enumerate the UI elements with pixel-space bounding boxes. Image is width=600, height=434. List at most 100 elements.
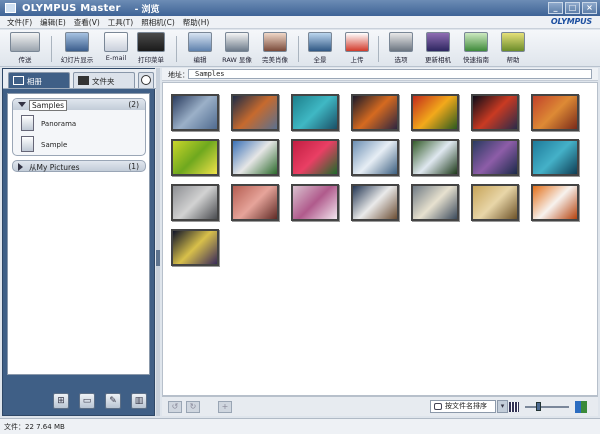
toolbar-slideshow-button[interactable]: 幻灯片显示: [56, 32, 98, 64]
new-album-icon[interactable]: ⊞: [53, 393, 69, 409]
title-bar: OLYMPUS Master - 浏览 _ □ ×: [0, 0, 600, 16]
tab-folder[interactable]: 文件夹: [73, 72, 135, 88]
tab-calendar[interactable]: [138, 72, 154, 88]
small-thumb-icon[interactable]: [509, 402, 519, 412]
toolbar-label: E-mail: [105, 54, 127, 62]
album-actions: ⊞ ▭ ✎ ▥: [53, 393, 147, 409]
menu-tools[interactable]: 工具(T): [108, 17, 133, 28]
tab-album[interactable]: 相册: [8, 72, 70, 88]
collapse-triangle-icon[interactable]: [18, 163, 23, 171]
photo-thumbnail[interactable]: [471, 184, 519, 221]
address-field[interactable]: Samples: [188, 69, 592, 79]
options-tools-icon: [389, 32, 413, 52]
photo-thumbnail[interactable]: [531, 94, 579, 131]
zoom-slider-track[interactable]: [525, 406, 569, 408]
clock-icon: [141, 75, 151, 85]
toolbar-transfer-button[interactable]: 传送: [7, 32, 43, 64]
tab-label: 文件夹: [92, 77, 115, 86]
group-name: 从My Pictures: [29, 163, 80, 172]
address-label: 地址：: [168, 71, 189, 79]
left-tabs: 相册 文件夹: [3, 69, 156, 89]
album-icon: [13, 76, 24, 85]
collapse-panel-handle[interactable]: [156, 250, 160, 266]
left-panel: 相册 文件夹 Samples (2) Panorama Sample 从My P…: [2, 68, 156, 416]
toolbar-upload-button[interactable]: 上传: [342, 32, 372, 64]
toolbar-email-button[interactable]: E-mail: [100, 32, 132, 62]
perfect-portrait-icon: [263, 32, 287, 52]
toolbar-help-button[interactable]: 帮助: [498, 32, 528, 64]
folder-icon: [78, 76, 89, 85]
toolbar-label: 帮助: [506, 56, 520, 64]
tab-label: 相册: [27, 77, 42, 86]
toolbar-label: 上传: [350, 56, 364, 64]
photo-thumbnail[interactable]: [171, 139, 219, 176]
toolbar-raw-button[interactable]: RAW 显像: [220, 32, 254, 64]
toolbar-label: 更新相机: [425, 56, 451, 64]
minimize-button[interactable]: _: [548, 2, 563, 14]
photo-thumbnail[interactable]: [291, 139, 339, 176]
photo-thumbnail[interactable]: [531, 184, 579, 221]
camera-transfer-icon: [10, 32, 40, 52]
status-text: 文件：22 7.64 MB: [4, 423, 65, 431]
sort-label: 按文件名排序: [445, 402, 487, 410]
menu-camera[interactable]: 照相机(C): [141, 17, 175, 28]
delete-album-icon[interactable]: ▥: [131, 393, 147, 409]
bottom-bar: ↺ ↻ + 按文件名排序 ▾: [162, 396, 598, 416]
maximize-button[interactable]: □: [565, 2, 580, 14]
menu-help[interactable]: 帮助(H): [183, 17, 210, 28]
photo-thumbnail[interactable]: [231, 184, 279, 221]
toolbar-quick-guide-button[interactable]: 快速指南: [458, 32, 494, 64]
toolbar-print-button[interactable]: 打印菜单: [132, 32, 170, 64]
rename-icon[interactable]: ✎: [105, 393, 121, 409]
zoom-slider-handle[interactable]: [536, 402, 541, 411]
photo-thumbnail[interactable]: [471, 139, 519, 176]
large-thumb-icon[interactable]: [575, 401, 587, 413]
toolbar-label: 快速指南: [463, 56, 489, 64]
menu-file[interactable]: 文件(F): [7, 17, 32, 28]
photo-thumbnail[interactable]: [411, 94, 459, 131]
panel-splitter[interactable]: [156, 68, 160, 416]
toolbar-panorama-button[interactable]: 全景: [305, 32, 335, 64]
menu-edit[interactable]: 编辑(E): [40, 17, 66, 28]
rotate-right-icon[interactable]: ↻: [186, 401, 200, 413]
photo-thumbnail[interactable]: [351, 184, 399, 221]
close-button[interactable]: ×: [582, 2, 597, 14]
toolbar-portrait-button[interactable]: 完美肖像: [257, 32, 293, 64]
album-label: Sample: [41, 141, 68, 149]
photo-thumbnail[interactable]: [171, 94, 219, 131]
add-to-album-icon[interactable]: +: [218, 401, 232, 413]
photo-thumbnail[interactable]: [291, 184, 339, 221]
photo-thumbnail[interactable]: [411, 184, 459, 221]
toolbar-options-button[interactable]: 选项: [386, 32, 416, 64]
photo-thumbnail[interactable]: [411, 139, 459, 176]
photo-thumbnail[interactable]: [351, 94, 399, 131]
rotate-left-icon[interactable]: ↺: [168, 401, 182, 413]
menu-view[interactable]: 查看(V): [74, 17, 100, 28]
photo-thumbnail[interactable]: [531, 139, 579, 176]
toolbar-label: 完美肖像: [262, 56, 288, 64]
album-thumbnail-icon: [21, 136, 34, 152]
photo-thumbnail[interactable]: [351, 139, 399, 176]
email-icon: [104, 32, 128, 52]
album-properties-icon[interactable]: ▭: [79, 393, 95, 409]
toolbar-edit-button[interactable]: 编辑: [185, 32, 215, 64]
photo-thumbnail[interactable]: [471, 94, 519, 131]
expand-triangle-icon[interactable]: [18, 102, 26, 107]
photo-thumbnail[interactable]: [231, 94, 279, 131]
group-header[interactable]: Samples (2): [13, 99, 145, 111]
photo-thumbnail[interactable]: [171, 184, 219, 221]
photo-thumbnail[interactable]: [231, 139, 279, 176]
panorama-icon: [308, 32, 332, 52]
toolbar-label: 编辑: [193, 56, 207, 64]
album-label: Panorama: [41, 120, 77, 128]
toolbar-label: 幻灯片显示: [60, 56, 94, 64]
sort-select[interactable]: 按文件名排序: [430, 400, 496, 413]
album-group-my-pictures[interactable]: 从My Pictures (1): [12, 160, 146, 172]
toolbar-label: 全景: [313, 56, 327, 64]
photo-thumbnail[interactable]: [171, 229, 219, 266]
photo-thumbnail[interactable]: [291, 94, 339, 131]
app-title: OLYMPUS Master: [22, 2, 121, 14]
sort-dropdown-icon[interactable]: ▾: [497, 400, 508, 413]
album-thumbnail-icon: [21, 115, 34, 131]
toolbar-update-camera-button[interactable]: 更新相机: [420, 32, 456, 64]
